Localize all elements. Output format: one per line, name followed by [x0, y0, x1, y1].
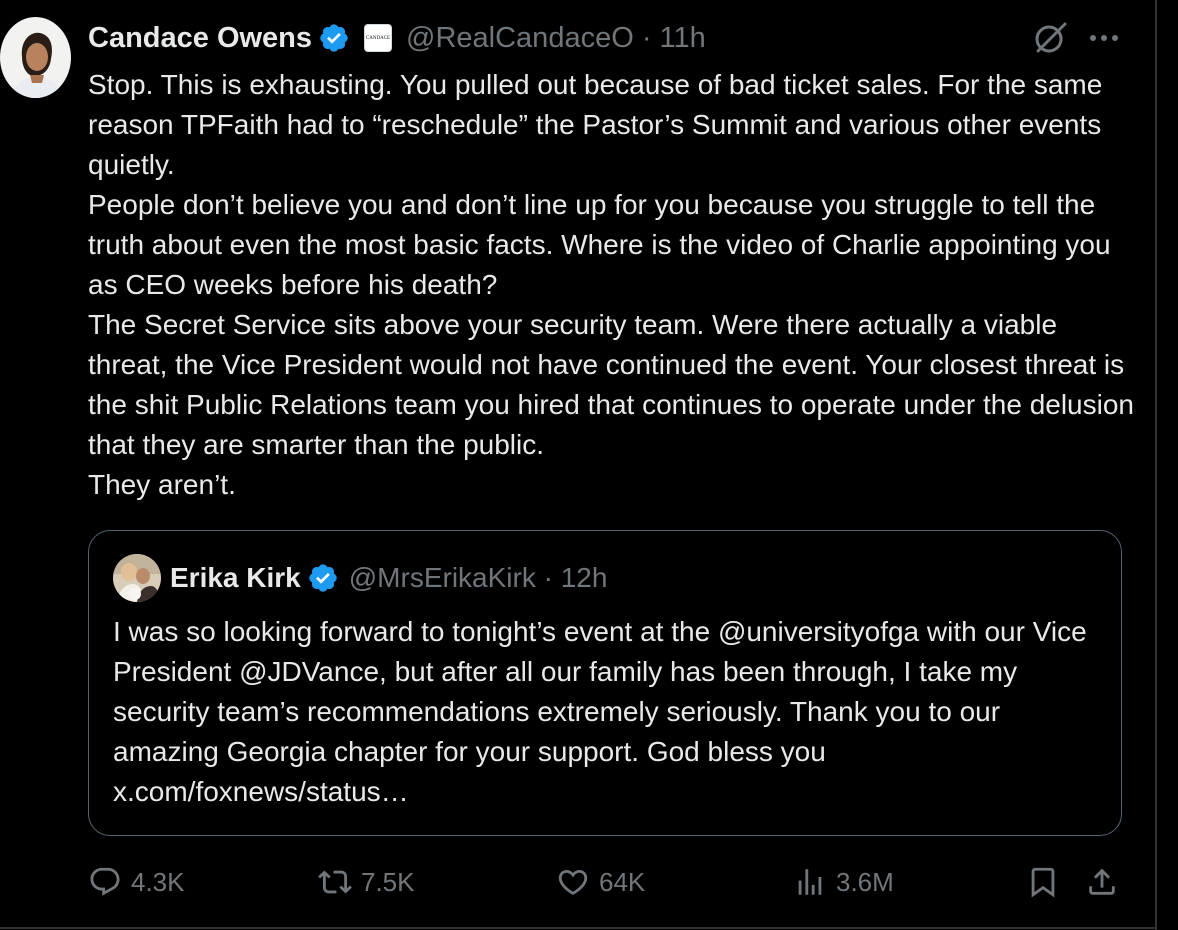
author-avatar-image — [0, 17, 71, 98]
affiliate-badge-logo: CANDACE — [365, 35, 391, 41]
meta-separator: · — [641, 21, 660, 54]
quoted-tweet-timestamp[interactable]: 12h — [561, 562, 608, 593]
tweet-paragraph: They aren’t. — [88, 469, 236, 500]
like-button[interactable]: 64K — [556, 862, 645, 902]
like-count: 64K — [599, 866, 646, 897]
bookmark-icon — [1026, 865, 1060, 899]
author-handle[interactable]: @RealCandaceO — [406, 22, 634, 54]
tweet-timestamp[interactable]: 11h — [660, 22, 706, 54]
quoted-handle-time: @MrsErikaKirk · 12h — [349, 562, 608, 594]
share-button[interactable] — [1085, 862, 1119, 902]
reply-button[interactable]: 4.3K — [88, 862, 185, 902]
bookmark-button[interactable] — [1026, 862, 1060, 902]
quoted-tweet-text: I was so looking forward to tonight’s ev… — [113, 612, 1103, 812]
reply-icon — [88, 865, 122, 899]
verified-badge-icon[interactable] — [307, 562, 339, 594]
reply-count: 4.3K — [131, 866, 185, 897]
author-avatar[interactable] — [0, 17, 71, 98]
verified-badge-icon[interactable] — [318, 22, 350, 54]
tweet-header: Candace Owens CANDACE @RealCandaceO · 11… — [88, 16, 706, 60]
more-options-icon[interactable] — [1088, 26, 1120, 50]
tweet-paragraph: Stop. This is exhausting. You pulled out… — [88, 69, 1103, 180]
quoted-tweet-paragraph: I was so looking forward to tonight’s ev… — [113, 616, 1087, 807]
meta-separator: · — [543, 562, 561, 593]
tweet-paragraph: The Secret Service sits above your secur… — [88, 309, 1134, 460]
tweet-divider — [0, 927, 1155, 929]
author-handle-time: @RealCandaceO · 11h — [406, 22, 706, 55]
quoted-tweet-header: Erika Kirk @MrsErikaKirk · 12h — [170, 558, 607, 598]
tweet-paragraph: People don’t believe you and don’t line … — [88, 189, 1111, 300]
grok-icon[interactable] — [1032, 20, 1068, 56]
heart-icon — [556, 865, 590, 899]
tweet-action-bar: 4.3K 7.5K 64K 3.6M — [88, 862, 1128, 902]
quoted-author-avatar[interactable] — [113, 554, 161, 602]
quoted-author-display-name[interactable]: Erika Kirk — [170, 562, 301, 594]
author-display-name[interactable]: Candace Owens — [88, 22, 312, 55]
affiliate-badge[interactable]: CANDACE — [364, 24, 393, 52]
repost-button[interactable]: 7.5K — [318, 862, 415, 902]
tweet-text: Stop. This is exhausting. You pulled out… — [88, 65, 1138, 505]
quoted-author-handle[interactable]: @MrsErikaKirk — [349, 562, 536, 593]
quoted-tweet-card[interactable]: Erika Kirk @MrsErikaKirk · 12h I was so … — [88, 530, 1122, 836]
timeline-column-border — [1155, 0, 1157, 930]
quoted-author-avatar-image — [113, 554, 161, 602]
views-icon — [793, 865, 827, 899]
views-count: 3.6M — [836, 866, 894, 897]
share-icon — [1085, 865, 1119, 899]
repost-icon — [318, 865, 352, 899]
views-button[interactable]: 3.6M — [793, 862, 894, 902]
repost-count: 7.5K — [361, 866, 415, 897]
